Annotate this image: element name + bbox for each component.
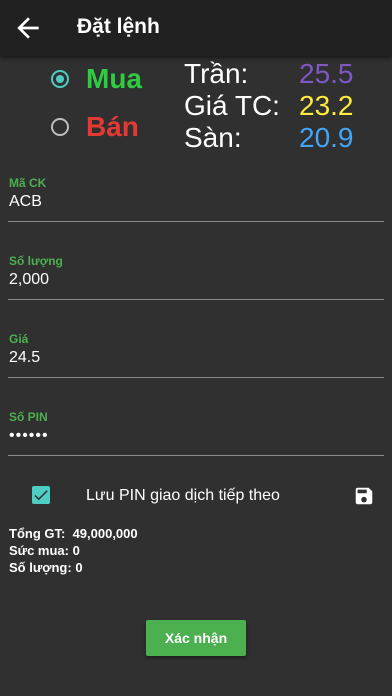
save-button[interactable] xyxy=(353,485,375,507)
ceiling-value: 25.5 xyxy=(299,58,354,89)
pin-input[interactable]: •••••• xyxy=(9,427,49,445)
total-row: Tổng GT: 49,000,000 xyxy=(9,526,138,541)
save-icon xyxy=(355,487,373,505)
back-button[interactable] xyxy=(12,12,44,44)
summary-quantity-value: 0 xyxy=(75,560,83,575)
save-pin-checkbox[interactable] xyxy=(32,486,50,504)
reference-label: Giá TC: xyxy=(184,90,280,121)
arrow-back-icon xyxy=(17,17,39,39)
buying-power-row: Sức mua: 0 xyxy=(9,543,80,558)
pin-underline xyxy=(8,455,384,456)
price-underline xyxy=(8,377,384,378)
quantity-input[interactable]: 2,000 xyxy=(9,271,49,289)
buying-power-value: 0 xyxy=(72,543,80,558)
price-field-label: Giá xyxy=(9,332,29,346)
quantity-field[interactable]: Số lượng 2,000 xyxy=(8,254,384,302)
pin-field-label: Số PIN xyxy=(9,410,48,424)
sell-label[interactable]: Bán xyxy=(86,111,139,143)
buying-power-label: Sức mua: xyxy=(9,543,69,558)
radio-buy-checked-icon[interactable] xyxy=(51,70,69,88)
floor-label: Sàn: xyxy=(184,122,242,153)
price-input[interactable]: 24.5 xyxy=(9,349,40,367)
check-icon xyxy=(34,490,48,501)
symbol-input[interactable]: ACB xyxy=(9,193,42,211)
quantity-field-label: Số lượng xyxy=(9,254,63,268)
page-title: Đặt lệnh xyxy=(77,15,160,38)
confirm-button[interactable]: Xác nhận xyxy=(146,620,246,656)
symbol-underline xyxy=(8,221,384,222)
reference-value: 23.2 xyxy=(299,90,354,121)
total-label: Tổng GT: xyxy=(9,526,66,541)
symbol-field[interactable]: Mã CK ACB xyxy=(8,176,384,224)
symbol-field-label: Mã CK xyxy=(9,176,47,190)
quantity-underline xyxy=(8,299,384,300)
pin-field[interactable]: Số PIN •••••• xyxy=(8,410,384,458)
floor-value: 20.9 xyxy=(299,122,354,153)
radio-sell-unchecked-icon[interactable] xyxy=(51,118,69,136)
save-pin-label[interactable]: Lưu PIN giao dịch tiếp theo xyxy=(86,487,280,505)
buy-label[interactable]: Mua xyxy=(86,63,142,95)
app-bar: Đặt lệnh xyxy=(0,0,392,56)
summary-quantity-row: Số lượng: 0 xyxy=(9,560,83,575)
price-field[interactable]: Giá 24.5 xyxy=(8,332,384,380)
total-value: 49,000,000 xyxy=(72,526,138,541)
summary-quantity-label: Số lượng: xyxy=(9,560,72,575)
ceiling-label: Trần: xyxy=(184,58,249,89)
